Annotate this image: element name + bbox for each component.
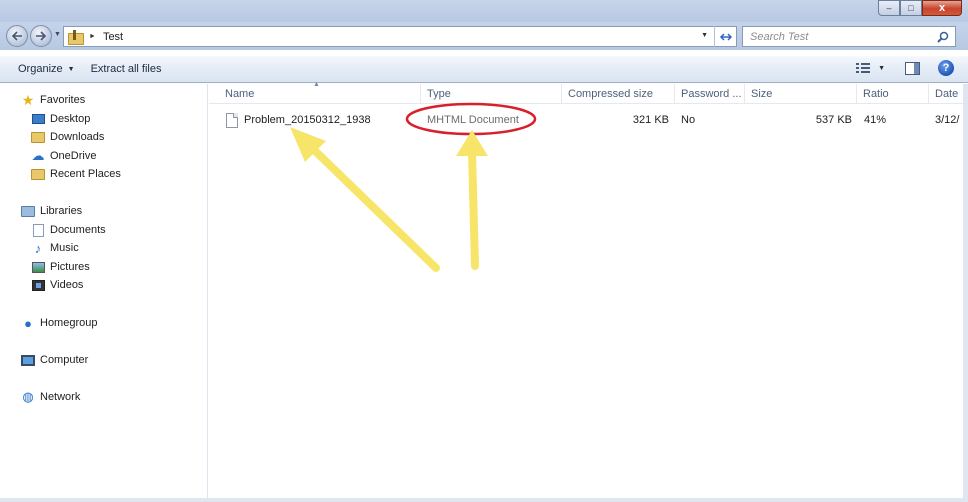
table-row[interactable]: Problem_20150312_1938 MHTML Document 321… xyxy=(209,110,968,130)
cell-ratio: 41% xyxy=(864,114,887,126)
navigation-pane: ★ Favorites Desktop Downloads ☁ OneDrive… xyxy=(0,84,208,498)
computer-icon xyxy=(20,352,36,368)
address-history-dropdown[interactable]: ▼ xyxy=(701,32,708,39)
network-icon: ◍ xyxy=(22,389,34,404)
star-icon: ★ xyxy=(21,91,35,108)
organize-button[interactable]: Organize ▼ xyxy=(10,56,83,83)
nav-label: Desktop xyxy=(50,113,91,125)
nav-label: Videos xyxy=(50,279,84,291)
nav-label: Homegroup xyxy=(40,317,98,329)
cell-password: No xyxy=(681,114,696,126)
chevron-down-icon: ▼ xyxy=(67,65,75,73)
nav-label: Music xyxy=(50,242,79,254)
nav-label: Downloads xyxy=(50,131,105,143)
back-button[interactable] xyxy=(6,25,28,47)
nav-item-videos[interactable]: Videos xyxy=(30,276,83,294)
downloads-folder-icon xyxy=(30,129,46,145)
address-row: ▼ ► Test ▼ xyxy=(0,22,968,50)
organize-label: Organize xyxy=(18,63,63,75)
window-controls: – □ x xyxy=(878,0,962,16)
nav-item-onedrive[interactable]: ☁ OneDrive xyxy=(30,147,97,165)
command-bar: Organize ▼ Extract all files ▼ ? xyxy=(0,56,968,83)
nav-item-documents[interactable]: Documents xyxy=(30,221,106,239)
back-arrow-icon xyxy=(11,31,22,41)
refresh-icon xyxy=(719,32,732,41)
nav-label: Documents xyxy=(50,224,106,236)
nav-homegroup[interactable]: ● Homegroup xyxy=(20,314,97,332)
nav-item-music[interactable]: ♪ Music xyxy=(30,239,79,257)
nav-label: Computer xyxy=(40,354,89,366)
nav-item-pictures[interactable]: Pictures xyxy=(30,258,90,276)
pictures-icon xyxy=(30,259,46,275)
search-icon[interactable] xyxy=(935,31,951,43)
column-type[interactable]: Type xyxy=(421,84,562,104)
window-bottom-border xyxy=(0,498,968,502)
documents-icon xyxy=(30,222,46,238)
window-right-border xyxy=(963,84,968,498)
cell-type: MHTML Document xyxy=(427,114,519,126)
libraries-icon xyxy=(20,203,36,219)
breadcrumb-current[interactable]: Test xyxy=(103,31,123,43)
nav-label: OneDrive xyxy=(50,150,97,162)
cell-compressed-size: 321 KB xyxy=(632,114,669,126)
forward-button[interactable] xyxy=(30,25,52,47)
address-bar[interactable]: ► Test ▼ xyxy=(63,26,737,47)
forward-arrow-icon xyxy=(36,31,47,41)
window-title-bar: – □ x xyxy=(0,0,968,22)
search-box[interactable] xyxy=(742,26,956,47)
refresh-button[interactable] xyxy=(714,26,736,47)
file-icon xyxy=(226,112,238,128)
view-controls: ▼ ? xyxy=(856,60,954,76)
desktop-icon xyxy=(30,111,46,127)
minimize-button[interactable]: – xyxy=(878,0,900,16)
cell-size: 537 KB xyxy=(815,114,852,126)
breadcrumb-separator[interactable]: ► xyxy=(89,33,96,40)
nav-label: Favorites xyxy=(40,94,86,106)
nav-computer[interactable]: Computer xyxy=(20,351,88,369)
file-list: ▲ Name Type Compressed size Password ...… xyxy=(209,81,968,498)
nav-label: Recent Places xyxy=(50,168,121,180)
nav-item-desktop[interactable]: Desktop xyxy=(30,110,90,128)
maximize-button[interactable]: □ xyxy=(900,0,922,16)
extract-label: Extract all files xyxy=(90,63,162,75)
nav-item-downloads[interactable]: Downloads xyxy=(30,128,104,146)
close-button[interactable]: x xyxy=(922,0,962,16)
nav-network[interactable]: ◍ Network xyxy=(20,388,80,406)
nav-label: Pictures xyxy=(50,261,90,273)
zip-folder-icon xyxy=(68,30,84,45)
file-name: Problem_20150312_1938 xyxy=(244,114,371,126)
nav-label: Network xyxy=(40,391,81,403)
nav-item-recent-places[interactable]: Recent Places xyxy=(30,165,121,183)
column-password[interactable]: Password ... xyxy=(675,84,745,104)
homegroup-icon: ● xyxy=(24,315,32,331)
column-compressed-size[interactable]: Compressed size xyxy=(562,84,675,104)
cell-name[interactable]: Problem_20150312_1938 xyxy=(226,110,371,130)
nav-libraries[interactable]: Libraries xyxy=(20,202,82,220)
help-icon[interactable]: ? xyxy=(938,60,954,76)
music-icon: ♪ xyxy=(34,240,42,256)
details-view-icon xyxy=(856,62,871,74)
nav-favorites[interactable]: ★ Favorites xyxy=(20,91,86,109)
cloud-icon: ☁ xyxy=(31,148,45,163)
cell-date: 3/12/ xyxy=(935,114,960,126)
preview-pane-icon[interactable] xyxy=(905,61,920,75)
change-view-button[interactable]: ▼ xyxy=(856,62,885,74)
videos-icon xyxy=(30,277,46,293)
recent-pages-dropdown[interactable]: ▼ xyxy=(54,31,61,38)
extract-all-files-button[interactable]: Extract all files xyxy=(83,56,170,83)
chevron-down-icon[interactable]: ▼ xyxy=(878,65,885,72)
column-ratio[interactable]: Ratio xyxy=(857,84,929,104)
nav-label: Libraries xyxy=(40,205,83,217)
column-header: ▲ Name Type Compressed size Password ...… xyxy=(209,81,968,104)
column-size[interactable]: Size xyxy=(745,84,857,104)
recent-places-icon xyxy=(30,166,46,182)
column-name[interactable]: Name xyxy=(219,84,421,104)
search-input[interactable] xyxy=(743,30,935,43)
